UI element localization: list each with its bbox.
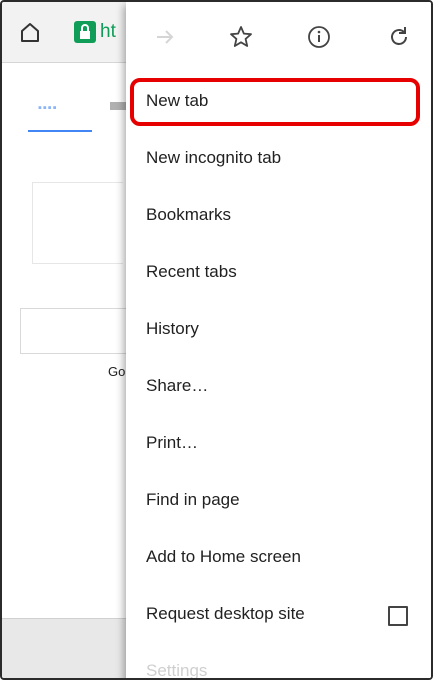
menu-item-label: Find in page: [146, 490, 240, 509]
menu-item-label: Recent tabs: [146, 262, 237, 281]
menu-item-share[interactable]: Share…: [126, 359, 431, 416]
highlight-box: [130, 78, 420, 126]
menu-item-new-incognito-tab[interactable]: New incognito tab: [126, 131, 431, 188]
page-card: [32, 182, 123, 264]
page-search-box[interactable]: [20, 308, 127, 354]
menu-item-label: Bookmarks: [146, 205, 232, 224]
phone-frame: ht ▪▪▪▪ Go New tab New incognito tab Boo…: [0, 0, 433, 680]
menu-item-recent-tabs[interactable]: Recent tabs: [126, 245, 431, 302]
forward-icon[interactable]: [152, 24, 178, 50]
bookmark-star-icon[interactable]: [228, 24, 254, 50]
desktop-site-checkbox[interactable]: [388, 606, 408, 626]
page-text: Go: [108, 364, 126, 379]
menu-icon-row: [126, 2, 431, 72]
menu-item-label: Add to Home screen: [146, 547, 301, 566]
menu-item-settings[interactable]: Settings: [126, 644, 431, 680]
url-text[interactable]: ht: [100, 21, 116, 43]
menu-item-label: Request desktop site: [146, 604, 305, 623]
lock-icon: [74, 21, 96, 43]
menu-item-request-desktop-site[interactable]: Request desktop site: [126, 587, 431, 644]
menu-item-label: New incognito tab: [146, 148, 282, 167]
menu-item-find-in-page[interactable]: Find in page: [126, 473, 431, 530]
menu-item-label: Print…: [146, 433, 198, 452]
reload-icon[interactable]: [386, 24, 412, 50]
page-info-icon[interactable]: [306, 24, 332, 50]
page-tab-2: [110, 102, 126, 110]
page-tab: ▪▪▪▪: [38, 102, 58, 114]
menu-item-add-to-home-screen[interactable]: Add to Home screen: [126, 530, 431, 587]
menu-item-label: History: [146, 319, 199, 338]
overflow-menu: New tab New incognito tab Bookmarks Rece…: [126, 2, 431, 680]
home-icon[interactable]: [18, 20, 42, 44]
menu-item-label: Settings: [146, 661, 208, 680]
menu-item-print[interactable]: Print…: [126, 416, 431, 473]
menu-item-label: Share…: [146, 376, 209, 395]
menu-item-history[interactable]: History: [126, 302, 431, 359]
menu-item-bookmarks[interactable]: Bookmarks: [126, 188, 431, 245]
tab-underline: [28, 130, 92, 132]
